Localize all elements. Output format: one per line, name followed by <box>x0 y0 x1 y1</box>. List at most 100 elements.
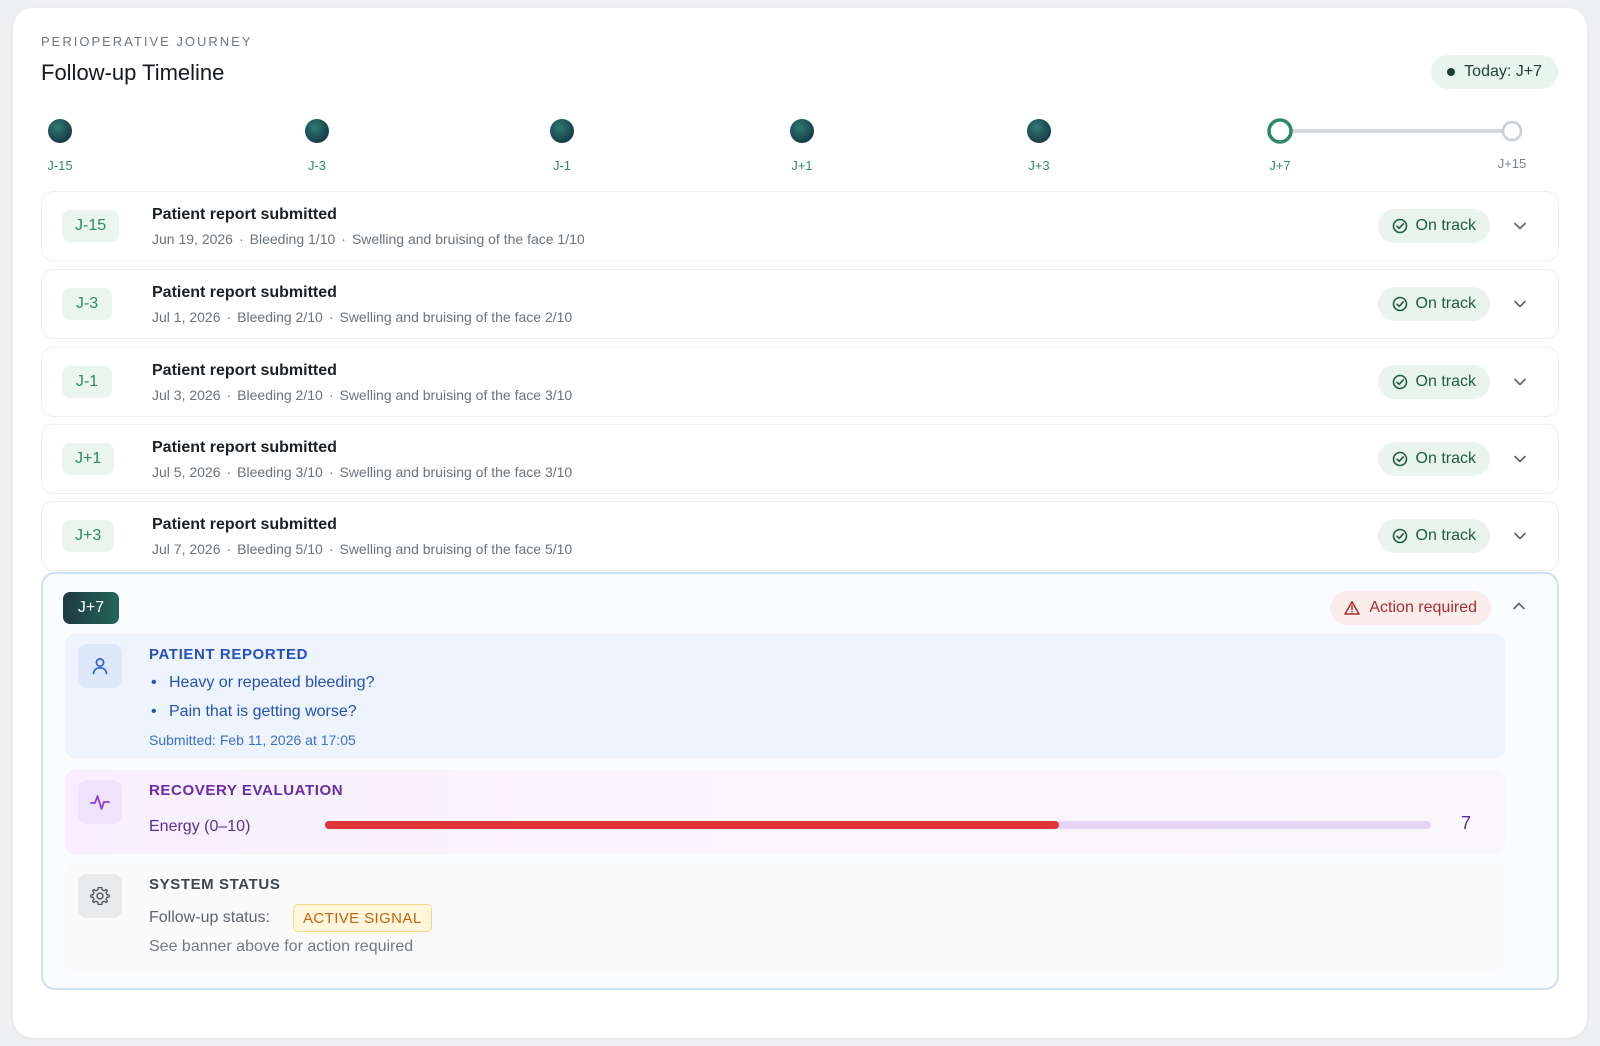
system-status-title: SYSTEM STATUS <box>149 876 281 893</box>
chevron-down-icon[interactable] <box>1512 374 1528 390</box>
day-chip: J-3 <box>62 288 112 320</box>
patient-reported-title: PATIENT REPORTED <box>149 646 309 663</box>
status-label: On track <box>1415 373 1476 390</box>
day-chip: J+1 <box>62 443 115 475</box>
chevron-up-icon[interactable] <box>1511 598 1527 614</box>
status-label: On track <box>1415 295 1476 312</box>
check-circle-icon <box>1392 374 1407 390</box>
meta-separator: · <box>226 541 232 557</box>
energy-label: Energy (0–10) <box>149 818 251 835</box>
check-circle-icon <box>1392 528 1407 544</box>
report-date: Jul 3, 2026 <box>152 387 221 403</box>
day-chip: J-15 <box>62 210 120 242</box>
on-track-badge: On track <box>1377 209 1490 243</box>
check-circle-icon <box>1392 218 1407 234</box>
timeline-label: J+3 <box>1028 158 1050 173</box>
report-bleeding: Bleeding 2/10 <box>237 309 323 325</box>
report-meta: Jun 19, 2026 · Bleeding 1/10 · Swelling and … <box>152 231 585 247</box>
report-date: Jun 19, 2026 <box>152 231 233 247</box>
report-meta: Jul 5, 2026 · Bleeding 3/10 · Swelling and b… <box>152 464 572 480</box>
report-swelling: Swelling and bruising of the face 3/10 <box>339 464 573 480</box>
day-chip: J+3 <box>62 520 115 552</box>
warning-icon <box>1344 601 1361 615</box>
meta-separator: · <box>328 309 334 325</box>
energy-bar-fill <box>325 821 1060 829</box>
report-swelling: Swelling and bruising of the face 1/10 <box>351 231 585 247</box>
symptom-text: Heavy or repeated bleeding? <box>169 674 375 691</box>
meta-separator: · <box>341 231 346 247</box>
symptom-item: • Pain that is getting worse? <box>151 703 357 720</box>
timeline-label: J-1 <box>552 158 572 173</box>
chevron-down-icon[interactable] <box>1512 218 1528 234</box>
report-date: Jul 7, 2026 <box>152 541 221 557</box>
symptom-text: Pain that is getting worse? <box>169 703 357 720</box>
meta-separator: · <box>328 541 334 557</box>
report-row[interactable]: J-1 Patient report submitted Jul 3, 2026 · B… <box>41 347 1559 417</box>
followup-status-label: Follow-up status: <box>149 909 270 926</box>
active-signal-badge: ACTIVE SIGNAL <box>293 904 432 932</box>
timeline: J-15 J-3 J-1 J+1 J+3 J+7 J+15 <box>13 8 1587 198</box>
patient-reported-section: PATIENT REPORTED • Heavy or repeated blee… <box>65 634 1505 758</box>
status-label: On track <box>1415 450 1476 467</box>
report-row[interactable]: J-15 Patient report submitted Jun 19, 2026… <box>41 191 1559 261</box>
timeline-dot-future[interactable] <box>1501 120 1523 142</box>
day-chip-current: J+7 <box>63 592 119 624</box>
recovery-evaluation-title: RECOVERY EVALUATION <box>149 782 344 799</box>
report-title: Patient report submitted <box>152 516 337 533</box>
report-swelling: Swelling and bruising of the face 2/10 <box>339 309 573 325</box>
day-chip: J-1 <box>62 366 112 398</box>
activity-icon <box>78 780 122 824</box>
report-row[interactable]: J+1 Patient report submitted Jul 5, 2026 · B… <box>41 424 1559 494</box>
timeline-dot-done[interactable] <box>790 119 814 143</box>
recovery-evaluation-section: RECOVERY EVALUATION Energy (0–10) 7 <box>65 770 1505 854</box>
meta-separator: · <box>226 387 232 403</box>
report-bleeding: Bleeding 2/10 <box>237 387 323 403</box>
timeline-dot-done[interactable] <box>48 119 72 143</box>
report-bleeding: Bleeding 3/10 <box>237 464 323 480</box>
report-meta: Jul 7, 2026 · Bleeding 5/10 · Swelling and b… <box>152 541 572 557</box>
system-status-note: See banner above for action required <box>149 938 414 955</box>
check-circle-icon <box>1392 451 1407 467</box>
symptom-item: • Heavy or repeated bleeding? <box>151 674 375 691</box>
timeline-label: J+1 <box>791 158 813 173</box>
timeline-dot-done[interactable] <box>305 119 329 143</box>
report-swelling: Swelling and bruising of the face 5/10 <box>339 541 573 557</box>
meta-separator: · <box>226 309 232 325</box>
report-row[interactable]: J+3 Patient report submitted Jul 7, 2026 · B… <box>41 501 1559 571</box>
submitted-timestamp: Submitted: Feb 11, 2026 at 17:05 <box>149 732 356 748</box>
follow-up-card: PERIOPERATIVE JOURNEY Follow-up Timeline… <box>13 8 1587 1038</box>
meta-separator: · <box>226 464 232 480</box>
status-label: On track <box>1415 527 1476 544</box>
action-required-label: Action required <box>1369 599 1477 616</box>
timeline-label: J-3 <box>307 158 327 173</box>
chevron-down-icon[interactable] <box>1512 451 1528 467</box>
timeline-label: J-15 <box>47 158 73 173</box>
user-icon <box>78 644 122 688</box>
gear-icon <box>78 874 122 918</box>
on-track-badge: On track <box>1377 442 1490 476</box>
check-circle-icon <box>1392 296 1407 312</box>
report-swelling: Swelling and bruising of the face 3/10 <box>339 387 573 403</box>
action-required-badge: Action required <box>1330 591 1491 625</box>
timeline-label: J+7 <box>1269 158 1291 173</box>
report-title: Patient report submitted <box>152 362 337 379</box>
meta-separator: · <box>328 387 334 403</box>
system-status-section: SYSTEM STATUS Follow-up status: ACTIVE S… <box>65 864 1505 972</box>
chevron-down-icon[interactable] <box>1512 296 1528 312</box>
timeline-dot-done[interactable] <box>1027 119 1051 143</box>
energy-value: 7 <box>1461 813 1472 833</box>
on-track-badge: On track <box>1377 287 1490 321</box>
report-bleeding: Bleeding 1/10 <box>249 231 336 247</box>
timeline-label: J+15 <box>1497 156 1527 171</box>
report-row[interactable]: J-3 Patient report submitted Jul 1, 2026 · B… <box>41 269 1559 339</box>
energy-bar <box>325 821 1431 829</box>
report-meta: Jul 1, 2026 · Bleeding 2/10 · Swelling and b… <box>152 309 572 325</box>
chevron-down-icon[interactable] <box>1512 528 1528 544</box>
on-track-badge: On track <box>1377 519 1490 553</box>
report-bleeding: Bleeding 5/10 <box>237 541 323 557</box>
report-title: Patient report submitted <box>152 284 337 301</box>
timeline-dot-done[interactable] <box>550 119 574 143</box>
meta-separator: · <box>328 464 334 480</box>
report-meta: Jul 3, 2026 · Bleeding 2/10 · Swelling and b… <box>152 387 572 403</box>
timeline-dot-current[interactable] <box>1267 118 1293 144</box>
